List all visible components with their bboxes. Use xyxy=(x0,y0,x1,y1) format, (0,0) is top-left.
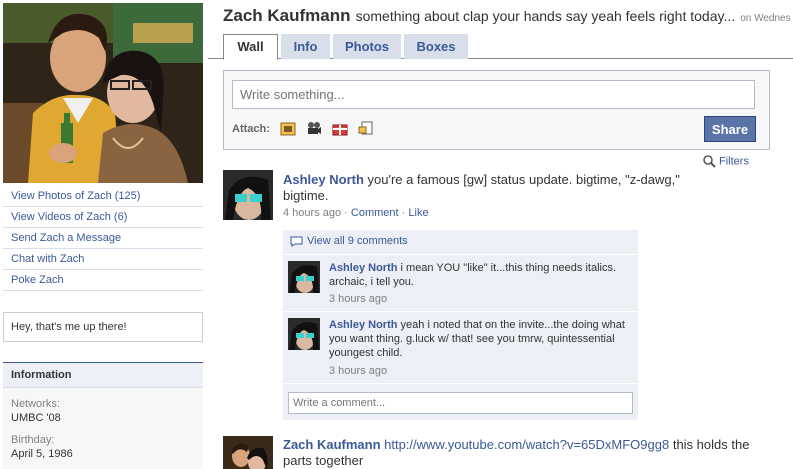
main-column: Zach Kaufmann something about clap your … xyxy=(208,0,793,469)
story-text: Ashley North you're a famous [gw] status… xyxy=(283,172,723,204)
profile-tabs: Wall Info Photos Boxes xyxy=(208,34,793,60)
story-text: Zach Kaufmann http://www.youtube.com/wat… xyxy=(283,437,753,469)
magnifier-icon xyxy=(703,155,716,168)
comment-text: Ashley North yeah i noted that on the in… xyxy=(329,318,629,360)
birthday-value: April 5, 1986 xyxy=(11,448,73,460)
link-icon[interactable] xyxy=(358,121,374,136)
gift-icon[interactable] xyxy=(332,121,348,136)
birthday-label: Birthday: xyxy=(11,434,55,446)
comment-avatar[interactable] xyxy=(288,261,320,293)
tab-photos[interactable]: Photos xyxy=(333,34,401,59)
networks-value: UMBC '08 xyxy=(11,412,61,424)
comment-bubble-icon xyxy=(290,236,303,247)
tab-boxes[interactable]: Boxes xyxy=(404,34,468,59)
left-column: View Photos of Zach (125) View Videos of… xyxy=(0,0,205,469)
information-header: Information xyxy=(3,363,203,388)
comment-item: Ashley North i mean YOU "like" it...this… xyxy=(283,256,638,312)
story-meta: 4 hours ago · Comment · Like xyxy=(283,207,429,219)
view-all-label: View all 9 comments xyxy=(307,235,408,247)
share-button[interactable]: Share xyxy=(704,116,756,142)
video-icon[interactable] xyxy=(306,121,322,136)
comment-time: 3 hours ago xyxy=(329,365,388,377)
send-message-link[interactable]: Send Zach a Message xyxy=(3,228,203,249)
profile-name: Zach Kaufmann xyxy=(223,6,351,25)
view-all-comments-link[interactable]: View all 9 comments xyxy=(283,230,638,255)
photo-caption: Hey, that's me up there! xyxy=(3,312,203,342)
photo-icon[interactable] xyxy=(280,121,296,136)
comment-link[interactable]: Comment xyxy=(351,207,399,219)
profile-actions: View Photos of Zach (125) View Videos of… xyxy=(3,186,203,291)
publisher-box: Attach: Share xyxy=(223,70,770,150)
filters-label: Filters xyxy=(719,155,749,168)
view-photos-link[interactable]: View Photos of Zach (125) xyxy=(3,186,203,207)
story-time: 4 hours ago xyxy=(283,207,342,219)
profile-header: Zach Kaufmann something about clap your … xyxy=(223,6,793,26)
poke-link[interactable]: Poke Zach xyxy=(3,270,203,291)
chat-link[interactable]: Chat with Zach xyxy=(3,249,203,270)
story-actor[interactable]: Ashley North xyxy=(283,172,364,187)
status-text: something about clap your hands say yeah… xyxy=(355,8,736,24)
information-box: Information Networks: UMBC '08 Birthday:… xyxy=(3,362,203,469)
separator: · xyxy=(401,207,406,219)
story-avatar-ashley[interactable] xyxy=(223,170,273,220)
comment-actor[interactable]: Ashley North xyxy=(329,319,397,331)
write-something-input[interactable] xyxy=(232,80,755,109)
like-link[interactable]: Like xyxy=(408,207,428,219)
comment-text: Ashley North i mean YOU "like" it...this… xyxy=(329,261,629,289)
story-avatar-zach[interactable] xyxy=(223,436,273,469)
view-videos-link[interactable]: View Videos of Zach (6) xyxy=(3,207,203,228)
status-time: on Wednes xyxy=(740,13,791,24)
comment-actor[interactable]: Ashley North xyxy=(329,262,397,274)
separator: · xyxy=(344,207,348,219)
comment-item: Ashley North yeah i noted that on the in… xyxy=(283,313,638,384)
attach-label: Attach: xyxy=(232,123,270,135)
story-actor[interactable]: Zach Kaufmann xyxy=(283,437,381,452)
comments-block: View all 9 comments Ashley North i mean … xyxy=(283,230,638,420)
comment-time: 3 hours ago xyxy=(329,293,388,305)
profile-photo[interactable] xyxy=(3,3,203,183)
filters-link[interactable]: Filters xyxy=(703,155,749,168)
story-url-link[interactable]: http://www.youtube.com/watch?v=65DxMFO9g… xyxy=(384,437,669,452)
comment-avatar[interactable] xyxy=(288,318,320,350)
networks-label: Networks: xyxy=(11,398,60,410)
write-comment-input[interactable] xyxy=(288,392,633,414)
tab-info[interactable]: Info xyxy=(281,34,330,59)
tab-wall[interactable]: Wall xyxy=(223,34,278,60)
